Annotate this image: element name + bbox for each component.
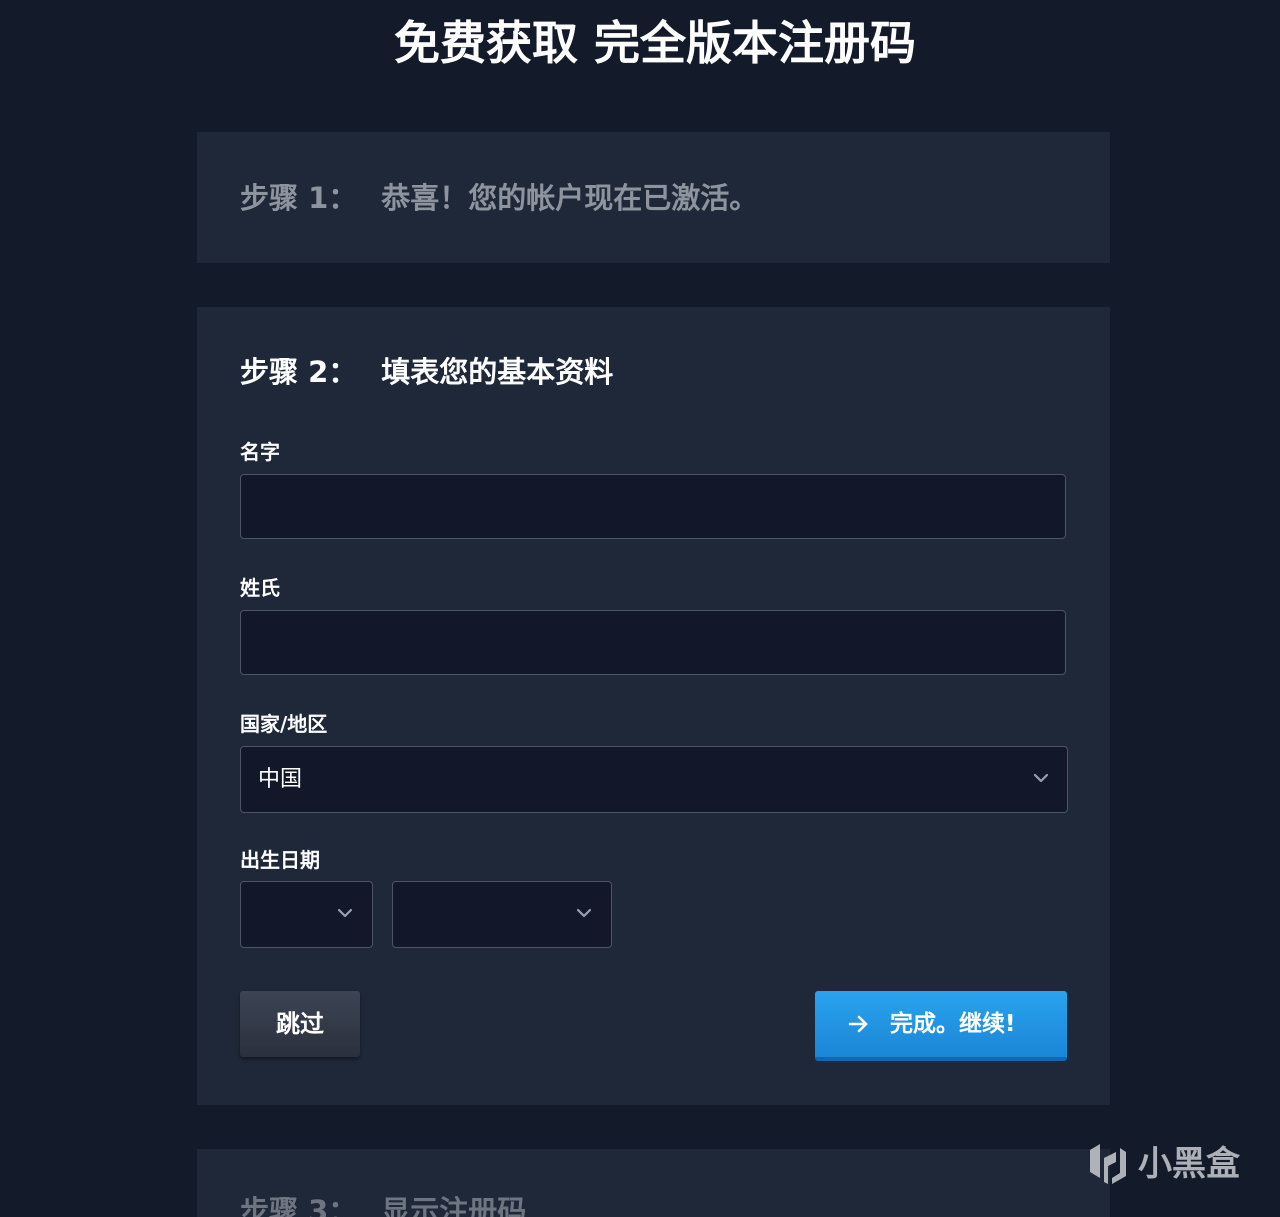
step3-heading: 步骤 3： 显示注册码 bbox=[240, 1191, 526, 1217]
country-select-value: 中国 bbox=[258, 767, 303, 792]
step2-panel: 步骤 2： 填表您的基本资料 名字 姓氏 国家/地区 中国 出生日期 跳过 完成… bbox=[197, 307, 1110, 1105]
skip-button[interactable]: 跳过 bbox=[240, 991, 360, 1057]
step3-panel: 步骤 3： 显示注册码 bbox=[197, 1149, 1110, 1217]
step2-title: 填表您的基本资料 bbox=[381, 355, 614, 389]
step1-number: 步骤 1： bbox=[240, 181, 358, 215]
country-select[interactable]: 中国 bbox=[240, 746, 1068, 813]
chevron-down-icon bbox=[337, 908, 353, 918]
arrow-right-icon bbox=[848, 1015, 868, 1033]
step2-number: 步骤 2： bbox=[240, 355, 358, 389]
last-name-input[interactable] bbox=[240, 610, 1066, 675]
step2-heading: 步骤 2： 填表您的基本资料 bbox=[240, 352, 613, 392]
page: 免费获取 完全版本注册码 步骤 1： 恭喜！您的帐户现在已激活。 步骤 2： 填表您… bbox=[0, 0, 1280, 1217]
page-title: 免费获取 完全版本注册码 bbox=[393, 16, 916, 70]
chevron-down-icon bbox=[576, 908, 592, 918]
dob-day-select[interactable] bbox=[392, 881, 612, 948]
first-name-label: 名字 bbox=[240, 440, 280, 464]
watermark-text: 小黑盒 bbox=[1138, 1144, 1240, 1184]
step3-title: 显示注册码 bbox=[381, 1194, 527, 1217]
dob-month-select[interactable] bbox=[240, 881, 373, 948]
step3-number: 步骤 3： bbox=[240, 1194, 358, 1217]
step1-heading: 步骤 1： 恭喜！您的帐户现在已激活。 bbox=[240, 178, 758, 218]
country-label: 国家/地区 bbox=[240, 712, 328, 736]
continue-button[interactable]: 完成。继续! bbox=[815, 991, 1067, 1061]
last-name-label: 姓氏 bbox=[240, 576, 280, 600]
first-name-input[interactable] bbox=[240, 474, 1066, 539]
step1-title: 恭喜！您的帐户现在已激活。 bbox=[381, 181, 759, 215]
chevron-down-icon bbox=[1033, 773, 1049, 783]
continue-button-label: 完成。继续! bbox=[890, 1011, 1016, 1037]
step1-panel: 步骤 1： 恭喜！您的帐户现在已激活。 bbox=[197, 132, 1110, 263]
dob-label: 出生日期 bbox=[240, 848, 320, 872]
heybox-logo-icon bbox=[1090, 1144, 1126, 1184]
